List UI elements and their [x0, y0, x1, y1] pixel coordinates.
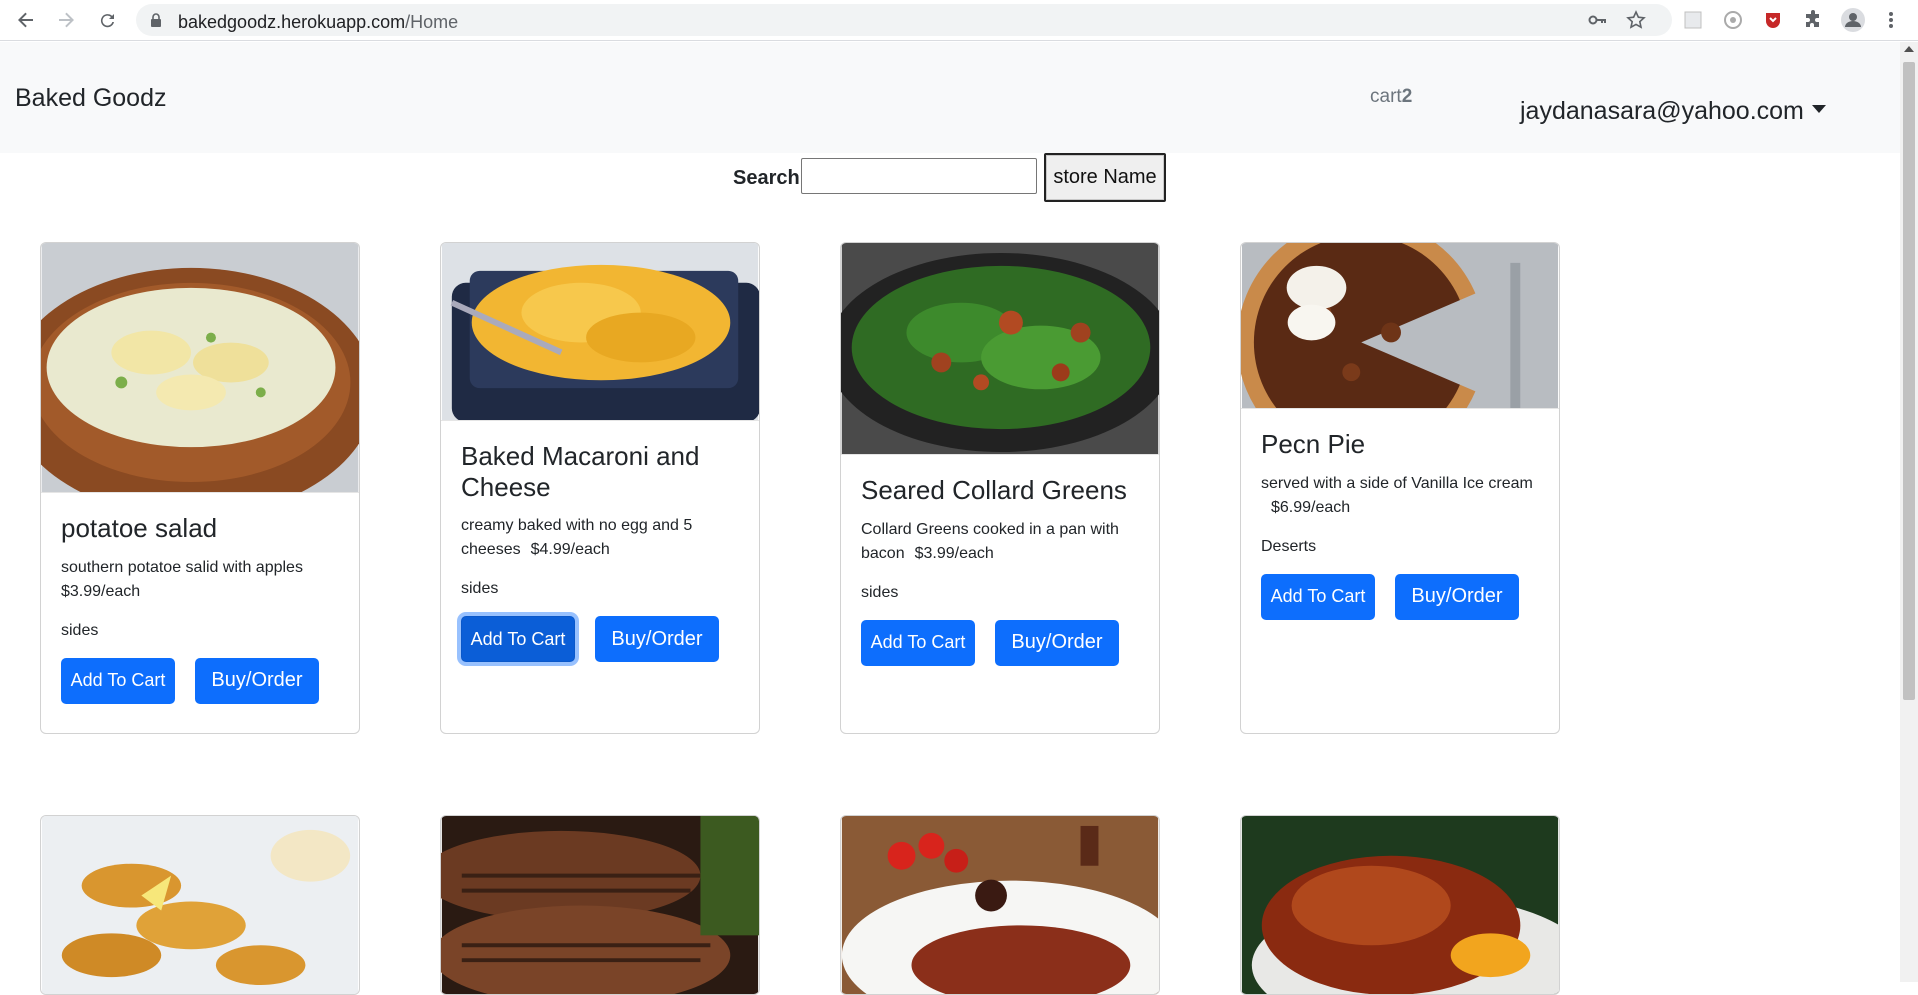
brand-link[interactable]: Baked Goodz [15, 84, 167, 113]
user-dropdown-toggle[interactable]: jaydanasara@yahoo.com [1520, 97, 1826, 126]
back-icon[interactable] [12, 6, 40, 34]
product-image [41, 243, 359, 493]
add-to-cart-button[interactable]: Add To Cart [861, 620, 975, 666]
product-price: $4.99/each [531, 541, 610, 558]
product-image [41, 816, 359, 995]
product-price: $3.99/each [61, 583, 140, 600]
key-icon[interactable] [1588, 11, 1606, 34]
product-description: creamy baked with no egg and 5 cheeses$4… [461, 514, 739, 562]
product-card: Baked Macaroni and Cheese creamy baked w… [440, 242, 760, 734]
user-email: jaydanasara@yahoo.com [1520, 97, 1804, 125]
cart-link[interactable]: cart2 [1370, 86, 1412, 108]
product-title: Baked Macaroni and Cheese [461, 441, 739, 502]
product-card [440, 815, 760, 995]
product-card [1240, 815, 1560, 995]
product-category: sides [461, 580, 739, 598]
product-card: potatoe salad southern potatoe salid wit… [40, 242, 360, 734]
browser-menu-icon[interactable] [1878, 7, 1904, 33]
cart-label: cart [1370, 86, 1402, 107]
product-category: sides [61, 622, 339, 640]
product-price: $3.99/each [915, 545, 994, 562]
add-to-cart-button[interactable]: Add To Cart [61, 658, 175, 704]
product-card [40, 815, 360, 995]
product-card [840, 815, 1160, 995]
product-card: Pecn Pie served with a side of Vanilla I… [1240, 242, 1560, 734]
product-title: Seared Collard Greens [861, 475, 1139, 506]
browser-toolbar: bakedgoodz.herokuapp.com/Home [0, 0, 1918, 41]
product-card: Seared Collard Greens Collard Greens coo… [840, 242, 1160, 734]
profile-avatar-icon[interactable] [1840, 7, 1866, 33]
forward-icon[interactable] [52, 6, 80, 34]
search-label: Search [733, 167, 800, 190]
product-image [441, 816, 759, 995]
scroll-up-arrow-icon[interactable] [1904, 46, 1914, 52]
search-input[interactable] [801, 158, 1037, 194]
lock-icon [150, 13, 162, 32]
buy-order-button[interactable]: Buy/Order [595, 616, 719, 662]
product-image [1241, 243, 1559, 409]
product-title: Pecn Pie [1261, 429, 1539, 460]
page-scrollbar-thumb[interactable] [1903, 62, 1915, 700]
caret-down-icon [1812, 105, 1826, 113]
product-title: potatoe salad [61, 513, 339, 544]
extensions-puzzle-icon[interactable] [1800, 7, 1826, 33]
product-description: southern potatoe salid with apples$3.99/… [61, 556, 339, 604]
add-to-cart-button[interactable]: Add To Cart [1261, 574, 1375, 620]
product-image [1241, 816, 1559, 995]
product-price: $6.99/each [1271, 499, 1350, 516]
product-image [841, 243, 1159, 455]
product-image [841, 816, 1159, 995]
address-bar[interactable]: bakedgoodz.herokuapp.com/Home [136, 4, 1672, 36]
product-image [441, 243, 759, 421]
add-to-cart-button[interactable]: Add To Cart [461, 616, 575, 662]
buy-order-button[interactable]: Buy/Order [1395, 574, 1519, 620]
product-category: Deserts [1261, 538, 1539, 556]
store-name-button[interactable]: store Name [1044, 153, 1166, 202]
buy-order-button[interactable]: Buy/Order [995, 620, 1119, 666]
extension-icon[interactable] [1720, 7, 1746, 33]
site-navbar: Baked Goodz cart2 jaydanasara@yahoo.com [0, 42, 1900, 153]
product-description: served with a side of Vanilla Ice cream$… [1261, 472, 1539, 520]
extension-icon[interactable] [1680, 7, 1706, 33]
reload-icon[interactable] [94, 6, 122, 34]
bookmark-star-icon[interactable] [1626, 10, 1646, 35]
cart-count: 2 [1402, 86, 1413, 107]
url-text: bakedgoodz.herokuapp.com/Home [178, 12, 458, 33]
product-category: sides [861, 584, 1139, 602]
product-description: Collard Greens cooked in a pan with baco… [861, 518, 1139, 566]
buy-order-button[interactable]: Buy/Order [195, 658, 319, 704]
extension-icon[interactable] [1760, 7, 1786, 33]
